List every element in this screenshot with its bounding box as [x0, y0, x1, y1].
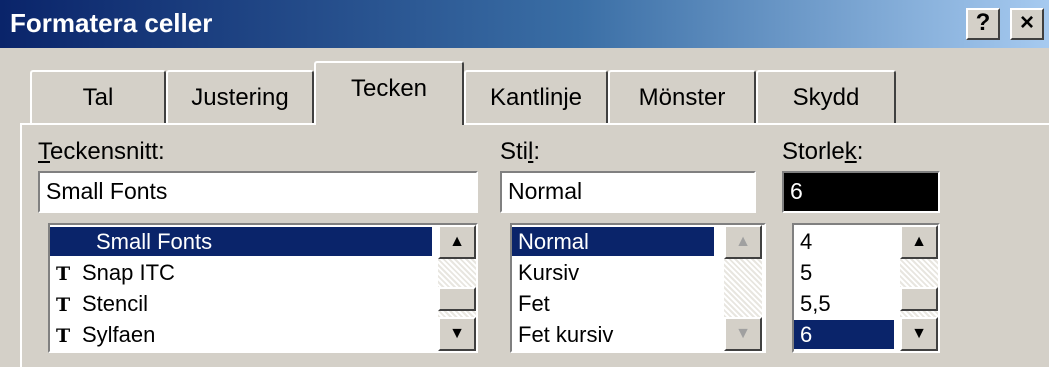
size-listbox[interactable]: 4 5 5,5 6 ▲ ▼: [792, 223, 940, 353]
size-item-4[interactable]: 4: [794, 227, 894, 256]
size-scroll-thumb[interactable]: [900, 287, 938, 311]
style-input[interactable]: Normal: [500, 171, 756, 213]
font-item-stencil[interactable]: T Stencil: [50, 289, 432, 318]
font-item-snap-itc[interactable]: T Snap ITC: [50, 258, 432, 287]
style-listbox[interactable]: Normal Kursiv Fet Fet kursiv ▲ ▼: [510, 223, 766, 353]
arrow-down-icon[interactable]: ▼: [900, 317, 938, 351]
style-item-fet-kursiv[interactable]: Fet kursiv: [512, 320, 714, 349]
size-item-5-5[interactable]: 5,5: [794, 289, 894, 318]
font-scroll-thumb[interactable]: [438, 287, 476, 311]
close-button[interactable]: ×: [1010, 8, 1044, 40]
font-label: Teckensnitt:: [38, 138, 165, 165]
size-scrollbar[interactable]: ▲ ▼: [900, 225, 938, 351]
arrow-up-icon[interactable]: ▲: [438, 225, 476, 259]
help-button[interactable]: ?: [966, 8, 1000, 40]
style-item-normal[interactable]: Normal: [512, 227, 714, 256]
style-item-kursiv[interactable]: Kursiv: [512, 258, 714, 287]
title-bar[interactable]: Formatera celler ? ×: [0, 0, 1049, 48]
tab-kantlinje[interactable]: Kantlinje: [464, 70, 608, 125]
font-listbox[interactable]: Small Fonts T Snap ITC T Stencil T Sylfaen …: [48, 223, 478, 353]
style-item-fet[interactable]: Fet: [512, 289, 714, 318]
font-item-small-fonts[interactable]: Small Fonts: [50, 227, 432, 256]
truetype-font-icon: T: [56, 294, 71, 316]
truetype-font-icon: T: [56, 263, 71, 285]
style-scrollbar[interactable]: ▲ ▼: [724, 225, 762, 351]
font-item-sylfaen[interactable]: T Sylfaen: [50, 320, 432, 349]
truetype-font-icon: T: [56, 325, 71, 347]
arrow-down-icon[interactable]: ▼: [724, 317, 762, 351]
arrow-up-icon[interactable]: ▲: [724, 225, 762, 259]
tab-skydd[interactable]: Skydd: [756, 70, 896, 125]
tab-tecken[interactable]: Tecken: [314, 61, 464, 125]
size-item-6[interactable]: 6: [794, 320, 894, 349]
tab-monster[interactable]: Mönster: [608, 70, 756, 125]
tab-justering[interactable]: Justering: [166, 70, 314, 125]
arrow-up-icon[interactable]: ▲: [900, 225, 938, 259]
style-label: Stil:: [500, 138, 541, 165]
tab-tal[interactable]: Tal: [30, 70, 166, 125]
size-item-5[interactable]: 5: [794, 258, 894, 287]
font-input[interactable]: Small Fonts: [38, 171, 478, 213]
size-input[interactable]: 6: [782, 171, 940, 213]
arrow-down-icon[interactable]: ▼: [438, 317, 476, 351]
window-title: Formatera celler: [10, 8, 213, 38]
font-scrollbar[interactable]: ▲ ▼: [438, 225, 476, 351]
size-label: Storlek:: [782, 138, 864, 165]
